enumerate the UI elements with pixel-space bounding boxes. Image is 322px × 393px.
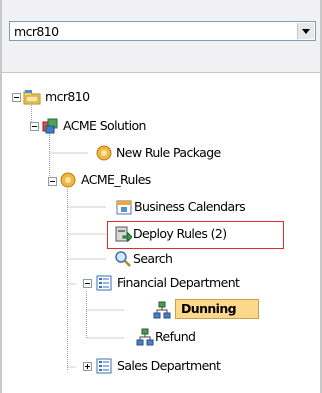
- tree-node-root[interactable]: mcr810: [45, 88, 90, 106]
- tree-node-new-rule-package[interactable]: New Rule Package: [116, 144, 221, 162]
- expand-toggle-sales-department[interactable]: [83, 362, 92, 371]
- tree-node-refund[interactable]: Refund: [155, 328, 196, 346]
- search-icon: [115, 251, 131, 267]
- tree-node-search[interactable]: Search: [133, 250, 173, 268]
- calendar-icon: [116, 200, 132, 215]
- collapse-toggle-acme-rules[interactable]: [48, 177, 57, 186]
- tree-node-sales-department[interactable]: Sales Department: [117, 357, 221, 375]
- collapse-toggle-solution[interactable]: [30, 122, 39, 131]
- tree-node-solution[interactable]: ACME Solution: [63, 117, 146, 135]
- rule-package-icon: [96, 145, 112, 161]
- tree-node-acme-rules[interactable]: ACME_Rules: [81, 171, 151, 189]
- ruleflow-icon: [153, 301, 171, 319]
- collapse-toggle-financial-department[interactable]: [83, 279, 92, 288]
- tree-node-business-calendars[interactable]: Business Calendars: [134, 198, 246, 216]
- tree-node-dunning[interactable]: Dunning: [181, 300, 237, 318]
- rule-package-icon: [60, 172, 76, 188]
- collapse-toggle-root[interactable]: [12, 93, 21, 102]
- project-folder-icon: [23, 90, 41, 105]
- deploy-icon: [115, 226, 132, 243]
- tree-node-financial-department[interactable]: Financial Department: [117, 274, 240, 292]
- ruleflow-icon: [136, 328, 154, 346]
- solution-icon: [42, 118, 58, 134]
- rule-folder-icon: [96, 275, 112, 291]
- tree-node-deploy-rules[interactable]: Deploy Rules (2): [133, 225, 227, 243]
- rule-folder-icon: [96, 358, 112, 374]
